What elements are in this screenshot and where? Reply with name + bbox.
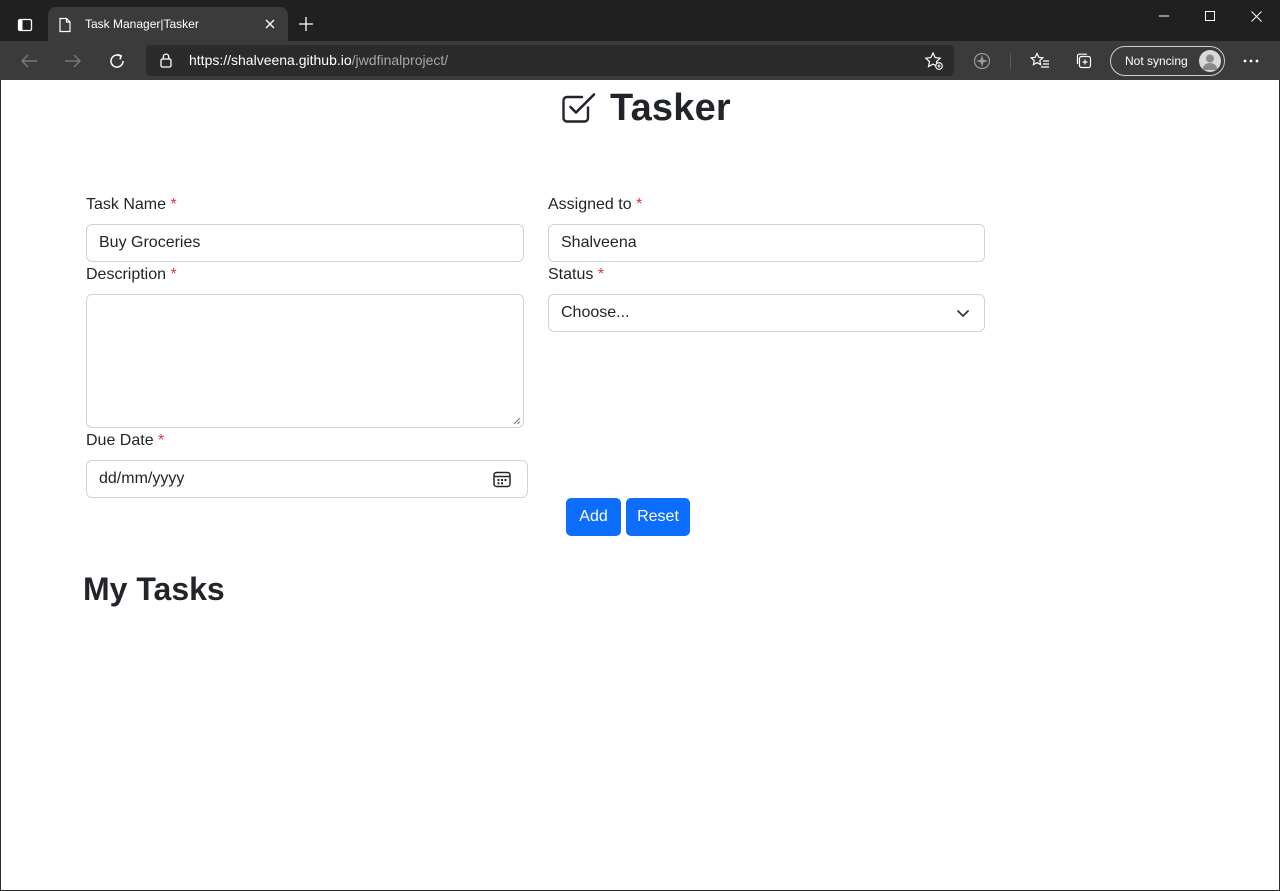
resize-grip-icon[interactable] bbox=[513, 417, 521, 425]
check-square-icon bbox=[562, 93, 596, 123]
more-horizontal-icon bbox=[1243, 59, 1259, 63]
page-icon bbox=[59, 17, 71, 33]
tab-close-button[interactable] bbox=[262, 16, 278, 32]
window-close-button[interactable] bbox=[1233, 0, 1279, 32]
reset-button[interactable]: Reset bbox=[626, 498, 690, 536]
minimize-button[interactable] bbox=[1141, 0, 1187, 32]
description-label: Description * bbox=[86, 266, 177, 284]
status-selected-value: Choose... bbox=[561, 304, 630, 321]
app-brand: Tasker bbox=[561, 86, 731, 129]
refresh-icon bbox=[110, 53, 124, 68]
minimize-icon bbox=[1159, 15, 1169, 17]
lock-icon bbox=[160, 53, 172, 68]
due-date-placeholder: dd/mm/yyyy bbox=[99, 470, 185, 487]
required-mark: * bbox=[636, 196, 643, 213]
forward-button[interactable] bbox=[58, 46, 88, 76]
extension-icon bbox=[973, 52, 991, 70]
maximize-icon bbox=[1205, 11, 1215, 21]
favorites-icon bbox=[1030, 52, 1049, 68]
required-mark: * bbox=[158, 432, 165, 449]
arrow-left-icon bbox=[21, 54, 37, 68]
profile-label: Not syncing bbox=[1125, 54, 1188, 68]
arrow-right-icon bbox=[65, 54, 81, 68]
status-label-text: Status bbox=[548, 266, 594, 283]
address-bar[interactable]: https://shalveena.github.io/jwdfinalproj… bbox=[146, 45, 954, 76]
calendar-icon[interactable] bbox=[493, 470, 511, 488]
page-content: Tasker Task Name * Assigned to * Descrip… bbox=[1, 80, 1279, 890]
new-tab-button[interactable] bbox=[292, 10, 320, 38]
extension-button[interactable] bbox=[971, 50, 993, 72]
status-select[interactable]: Choose... bbox=[548, 294, 985, 332]
toolbar-separator bbox=[1010, 53, 1011, 69]
assigned-to-label: Assigned to * bbox=[548, 196, 642, 214]
description-textarea[interactable] bbox=[86, 294, 524, 428]
status-label: Status * bbox=[548, 266, 604, 284]
required-mark: * bbox=[170, 196, 177, 213]
task-name-label: Task Name * bbox=[86, 196, 177, 214]
tab-title: Task Manager|Tasker bbox=[85, 17, 199, 31]
task-name-input[interactable] bbox=[86, 224, 524, 262]
url-path: /jwdfinalproject/ bbox=[351, 52, 449, 68]
refresh-button[interactable] bbox=[102, 46, 132, 76]
close-icon bbox=[265, 19, 275, 29]
close-icon bbox=[1250, 10, 1262, 22]
avatar bbox=[1199, 50, 1221, 72]
back-button[interactable] bbox=[14, 46, 44, 76]
assigned-to-label-text: Assigned to bbox=[548, 196, 632, 213]
browser-titlebar: Task Manager|Tasker bbox=[0, 0, 1280, 41]
favorites-button[interactable] bbox=[1029, 50, 1051, 72]
due-date-input[interactable]: dd/mm/yyyy bbox=[86, 460, 528, 498]
tab-actions-button[interactable] bbox=[10, 10, 40, 40]
task-name-label-text: Task Name bbox=[86, 196, 167, 213]
required-mark: * bbox=[170, 266, 177, 283]
add-button[interactable]: Add bbox=[566, 498, 621, 536]
collections-button[interactable] bbox=[1073, 50, 1095, 72]
plus-icon bbox=[299, 17, 313, 31]
assigned-to-input[interactable] bbox=[548, 224, 985, 262]
my-tasks-heading: My Tasks bbox=[83, 571, 225, 607]
person-icon bbox=[1202, 54, 1218, 70]
profile-button[interactable]: Not syncing bbox=[1110, 46, 1225, 76]
tab-actions-icon bbox=[17, 18, 33, 32]
required-mark: * bbox=[597, 266, 605, 283]
description-label-text: Description bbox=[86, 266, 167, 283]
collections-icon bbox=[1076, 53, 1092, 69]
url-host: https://shalveena.github.io bbox=[189, 52, 352, 68]
app-title: Tasker bbox=[610, 86, 731, 129]
browser-toolbar: https://shalveena.github.io/jwdfinalproj… bbox=[0, 41, 1280, 80]
maximize-button[interactable] bbox=[1187, 0, 1233, 32]
add-favorite-icon[interactable] bbox=[924, 51, 944, 71]
chevron-down-icon bbox=[957, 310, 969, 317]
settings-and-more-button[interactable] bbox=[1240, 50, 1262, 72]
due-date-label-text: Due Date bbox=[86, 432, 154, 449]
url-text: https://shalveena.github.io/jwdfinalproj… bbox=[189, 52, 448, 68]
due-date-label: Due Date * bbox=[86, 432, 164, 450]
browser-tab-active[interactable]: Task Manager|Tasker bbox=[48, 7, 288, 41]
